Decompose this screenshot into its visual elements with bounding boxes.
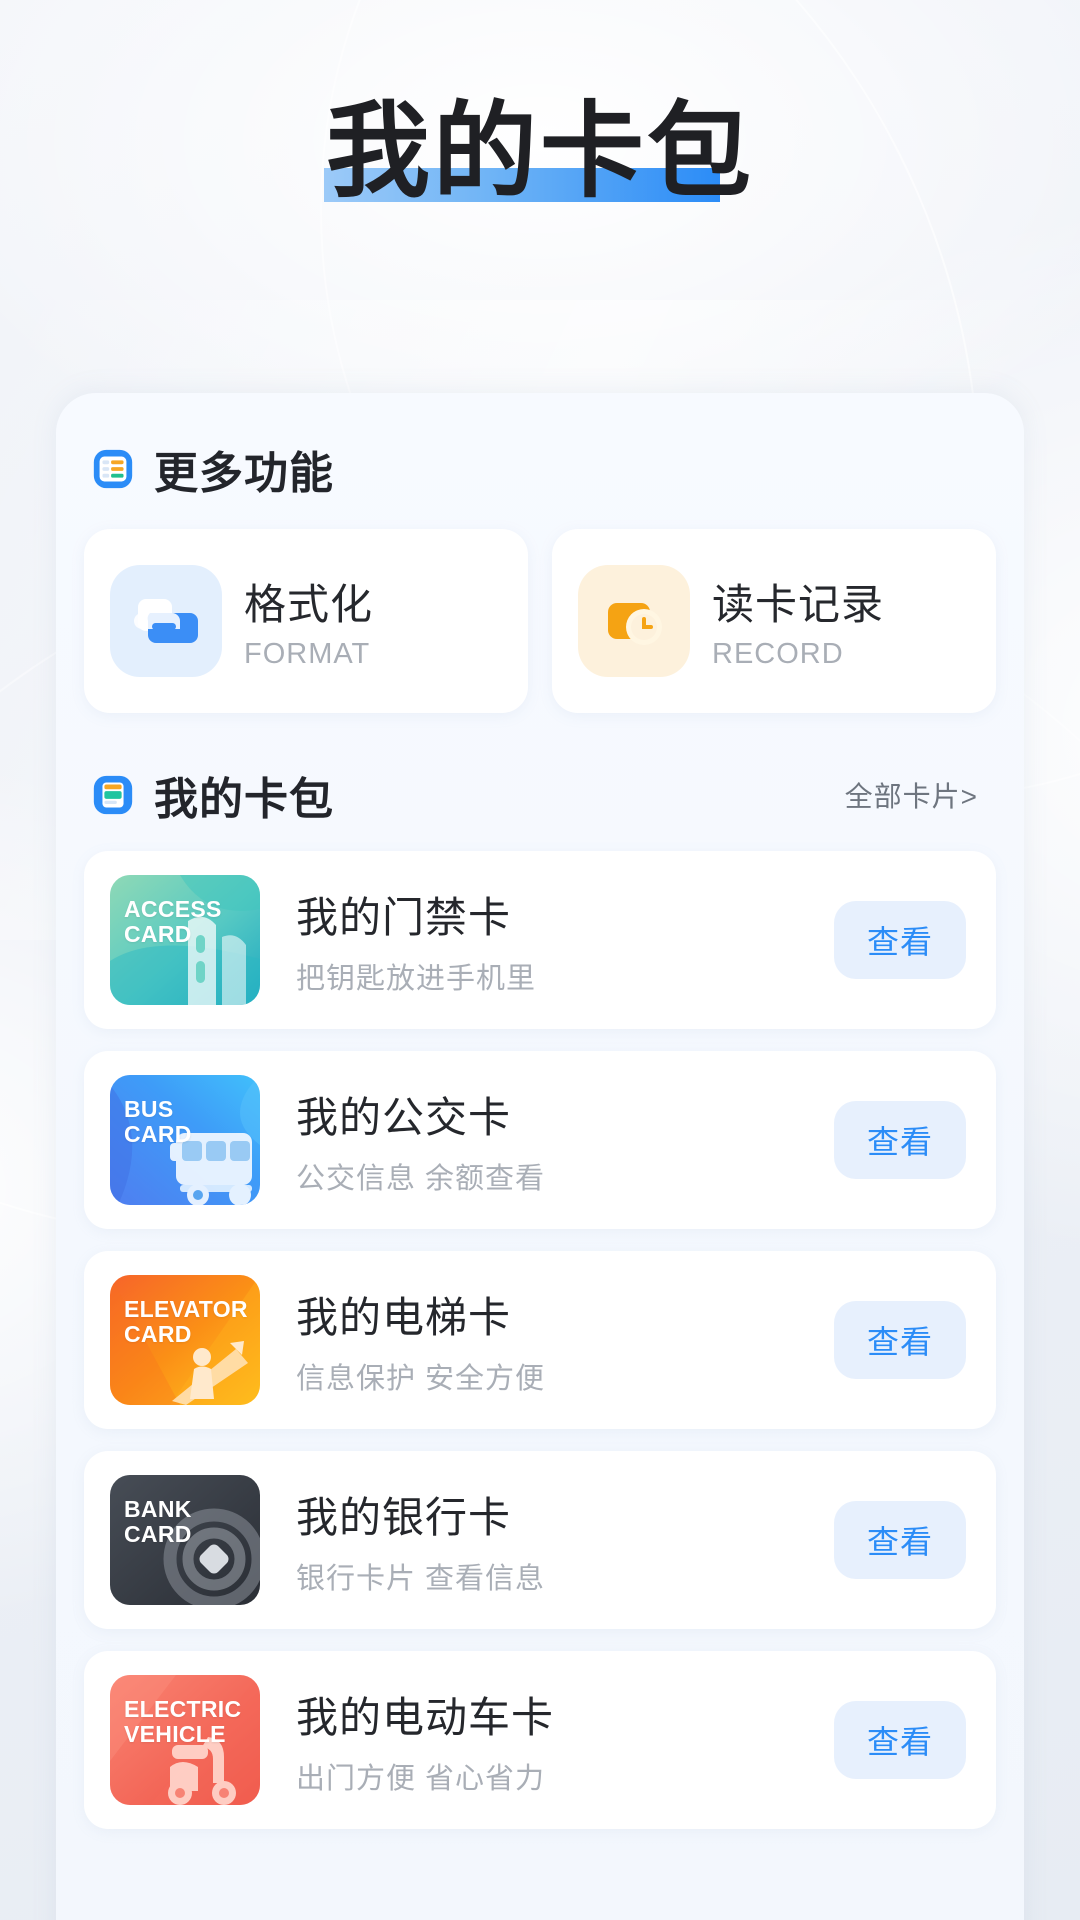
more-features-header-left: 更多功能	[90, 437, 334, 501]
card-desc-bank: 银行卡片 查看信息	[296, 1562, 546, 1595]
view-button-electric-vehicle[interactable]: 查看	[834, 1701, 966, 1779]
card-desc-access: 把钥匙放进手机里	[296, 962, 537, 995]
card-text-bus: 我的公交卡 公交信息 余额查看	[260, 1084, 834, 1197]
view-button-bank[interactable]: 查看	[834, 1501, 966, 1579]
card-row-elevator[interactable]: ELEVATOR CARD 我的电梯卡 信息保护 安全方便 查看	[84, 1251, 996, 1429]
more-features-header: 更多功能	[84, 427, 996, 501]
view-button-elevator[interactable]: 查看	[834, 1301, 966, 1379]
title-wrap: 我的卡包	[320, 96, 760, 208]
feature-card-format[interactable]: 格式化 FORMAT	[84, 529, 528, 713]
format-title: 格式化	[244, 581, 374, 628]
card-list: ACCESS CARD 我的门禁卡 把钥匙放进手机里 查看 BUS CARD 我…	[84, 851, 996, 1829]
view-button-access[interactable]: 查看	[834, 901, 966, 979]
card-thumb-electric-vehicle: ELECTRIC VEHICLE	[110, 1675, 260, 1805]
more-features-title: 更多功能	[154, 449, 334, 498]
all-cards-link[interactable]: 全部卡片>	[845, 775, 990, 815]
card-name-access: 我的门禁卡	[296, 893, 512, 941]
record-subtitle: RECORD	[712, 638, 844, 670]
folder-format-icon	[134, 599, 198, 643]
card-row-electric-vehicle[interactable]: ELECTRIC VEHICLE 我的电动车卡 出门方便 省心省力 查看	[84, 1651, 996, 1829]
app-screen: 我的卡包 把门禁卡 电梯卡放入卡包 更多功能	[0, 0, 1080, 1920]
card-desc-elevator: 信息保护 安全方便	[296, 1362, 546, 1395]
list-panel-icon	[93, 449, 133, 489]
my-wallet-title: 我的卡包	[154, 775, 334, 824]
card-desc-bus: 公交信息 余额查看	[296, 1162, 546, 1195]
card-text-bank: 我的银行卡 银行卡片 查看信息	[260, 1484, 834, 1597]
format-text: 格式化 FORMAT	[244, 571, 373, 671]
card-name-elevator: 我的电梯卡	[296, 1293, 512, 1341]
card-row-bus[interactable]: BUS CARD 我的公交卡 公交信息 余额查看 查看	[84, 1051, 996, 1229]
record-text: 读卡记录 RECORD	[712, 571, 884, 671]
my-wallet-header-left: 我的卡包	[90, 763, 334, 827]
page-title: 我的卡包	[325, 94, 754, 210]
card-desc-electric-vehicle: 出门方便 省心省力	[296, 1762, 546, 1795]
card-name-bus: 我的公交卡	[296, 1093, 512, 1141]
card-row-access[interactable]: ACCESS CARD 我的门禁卡 把钥匙放进手机里 查看	[84, 851, 996, 1029]
wallet-clock-icon	[608, 603, 662, 645]
view-button-bus[interactable]: 查看	[834, 1101, 966, 1179]
format-subtitle: FORMAT	[244, 638, 371, 670]
card-thumb-label-electric-vehicle: ELECTRIC VEHICLE	[124, 1696, 242, 1747]
card-name-electric-vehicle: 我的电动车卡	[296, 1693, 555, 1741]
card-row-bank[interactable]: BANK CARD 我的银行卡 银行卡片 查看信息 查看	[84, 1451, 996, 1629]
record-title: 读卡记录	[712, 581, 885, 628]
feature-card-record[interactable]: 读卡记录 RECORD	[552, 529, 996, 713]
card-text-access: 我的门禁卡 把钥匙放进手机里	[260, 884, 834, 997]
card-thumb-access: ACCESS CARD	[110, 875, 260, 1005]
card-name-bank: 我的银行卡	[296, 1493, 512, 1541]
my-wallet-header: 我的卡包 全部卡片>	[84, 753, 996, 827]
card-thumb-label-access: ACCESS CARD	[124, 896, 222, 947]
feature-card-row: 格式化 FORMAT 读卡记录 RECORD	[84, 529, 996, 713]
card-text-elevator: 我的电梯卡 信息保护 安全方便	[260, 1284, 834, 1397]
record-icon-container	[578, 565, 690, 677]
card-stack-icon	[93, 775, 133, 815]
card-thumb-label-elevator: ELEVATOR CARD	[124, 1296, 248, 1347]
card-text-electric-vehicle: 我的电动车卡 出门方便 省心省力	[260, 1684, 834, 1797]
format-icon-container	[110, 565, 222, 677]
card-thumb-label-bus: BUS CARD	[124, 1096, 192, 1147]
card-thumb-elevator: ELEVATOR CARD	[110, 1275, 260, 1405]
card-thumb-bank: BANK CARD	[110, 1475, 260, 1605]
card-thumb-bus: BUS CARD	[110, 1075, 260, 1205]
card-thumb-label-bank: BANK CARD	[124, 1496, 192, 1547]
content-panel: 更多功能 格式化 FORMAT 读卡记录 RECORD 我的卡包 全部卡片> A…	[56, 393, 1024, 1920]
